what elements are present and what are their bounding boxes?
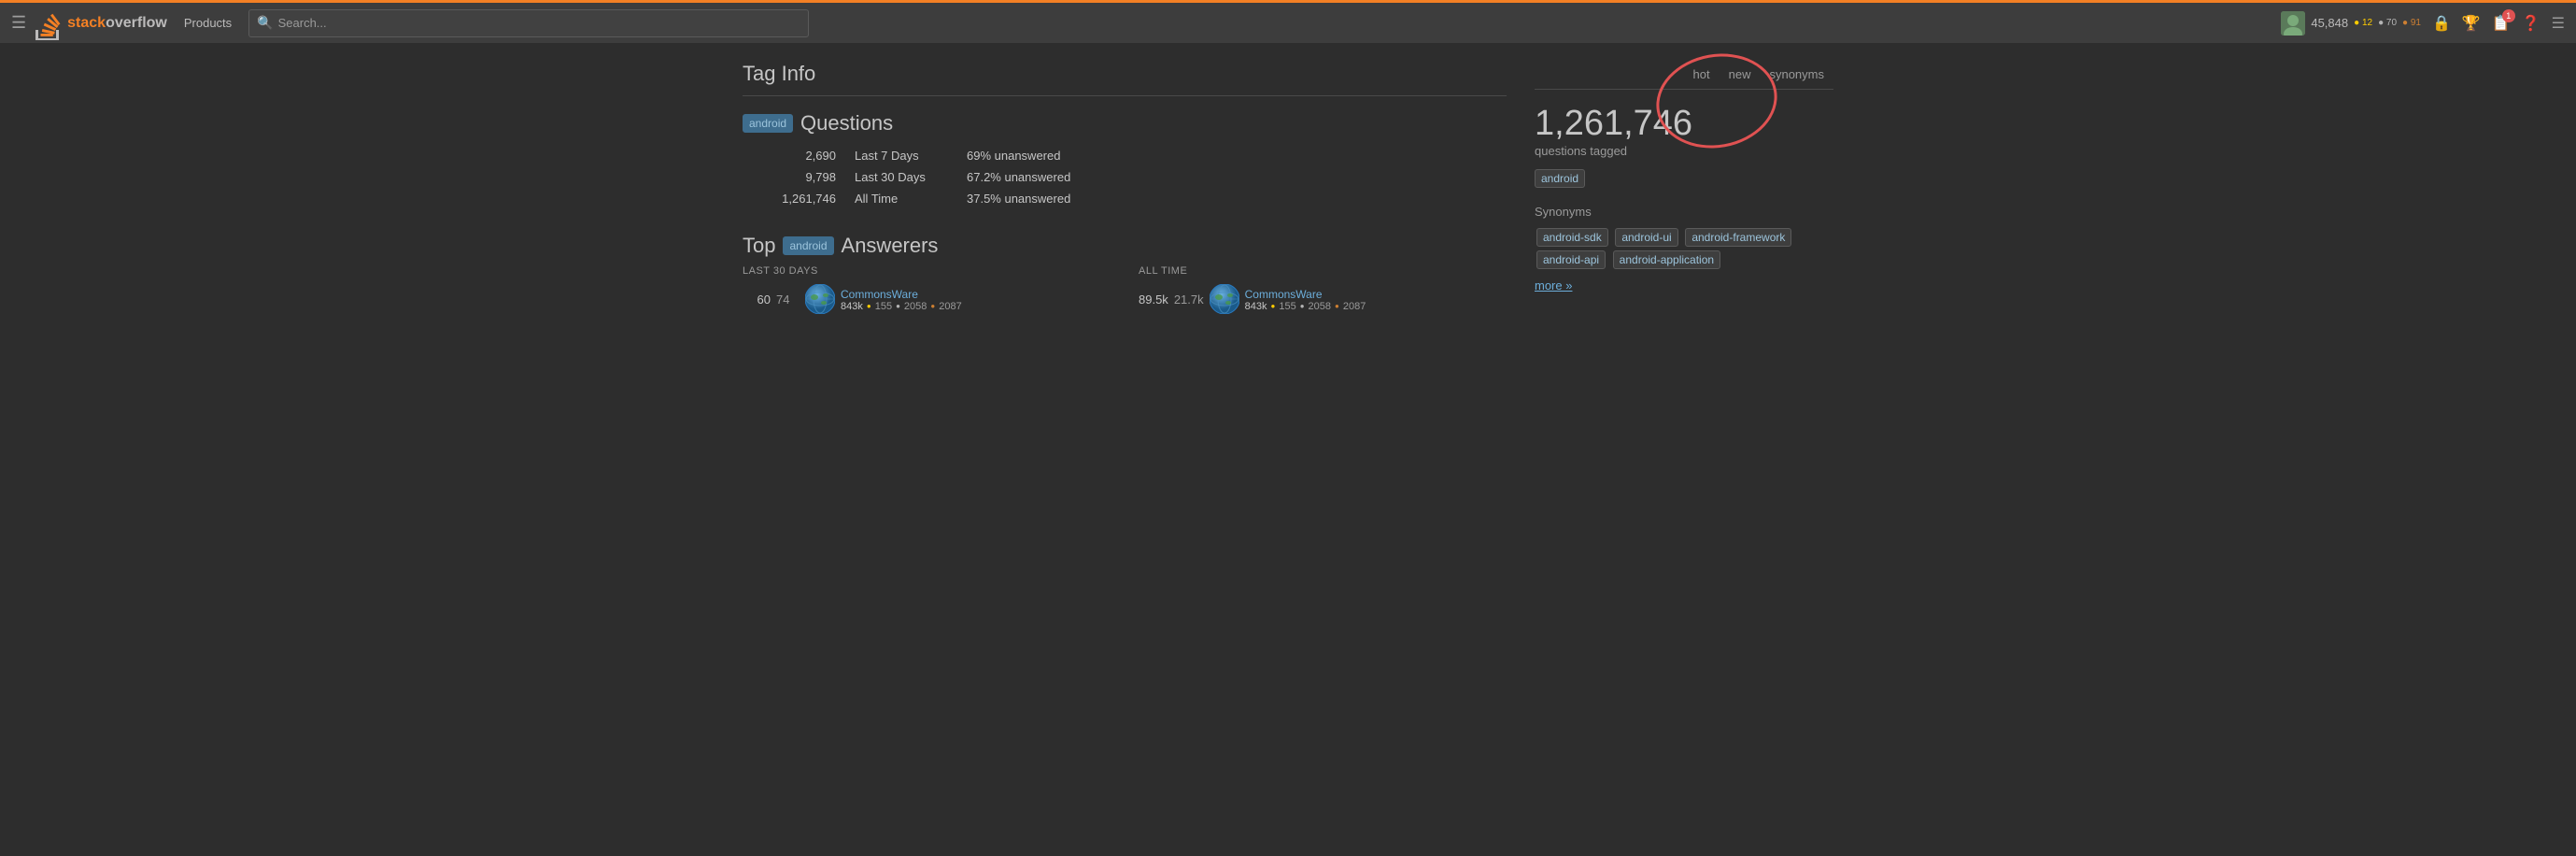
notification-badge: 1 — [2502, 9, 2515, 22]
questions-heading-text: Questions — [800, 111, 893, 136]
left-content: Tag Info android Questions 2,690 Last 7 … — [743, 62, 1507, 320]
gold-dot-alltime: ● — [1270, 302, 1275, 310]
tab-new[interactable]: new — [1720, 62, 1761, 89]
synonym-chips-area: android-sdk android-ui android-framework… — [1535, 226, 1833, 271]
stat-number-7days: 2,690 — [761, 149, 836, 163]
android-tag-answerers[interactable]: android — [783, 236, 833, 255]
search-icon: 🔍 — [257, 15, 273, 31]
search-bar: 🔍 — [248, 9, 809, 37]
tab-synonyms[interactable]: synonyms — [1760, 62, 1833, 89]
stat-period-30days: Last 30 Days — [855, 170, 948, 184]
avatar — [805, 284, 835, 314]
android-main-tag[interactable]: android — [1535, 169, 1585, 188]
android-tag-questions[interactable]: android — [743, 114, 793, 133]
last30-header: Last 30 Days — [743, 265, 1111, 277]
tab-hot[interactable]: hot — [1684, 62, 1720, 89]
silver-dot: ● — [896, 302, 900, 310]
logo-stack: stack — [67, 15, 106, 31]
stackoverflow-logo-icon — [35, 7, 64, 40]
answerers-label: Answerers — [842, 234, 939, 258]
avatar — [1210, 284, 1239, 314]
stat-unanswered-7days: 69% unanswered — [967, 149, 1060, 163]
table-row: 89.5k 21.7k — [1139, 284, 1507, 314]
main-tag-chip-area: android — [1535, 167, 1833, 190]
answerer-score: 60 — [743, 292, 771, 307]
questions-big-label: questions tagged — [1535, 144, 1833, 158]
questions-big-count: 1,261,746 — [1535, 105, 1833, 144]
answerer-meta: 843k ● 155 ● 2058 ● 2087 — [841, 301, 962, 312]
last30-col: Last 30 Days 60 74 — [743, 265, 1111, 320]
bronze-dot-alltime: ● — [1335, 302, 1339, 310]
top-answerers-block: Top android Answerers Last 30 Days 60 74 — [743, 234, 1507, 320]
answerer-info: CommonsWare 843k ● 155 ● 2058 ● 2087 — [841, 287, 962, 312]
notifications-icon[interactable]: 📋 1 — [2492, 14, 2511, 33]
logo-text: stackoverflow — [67, 15, 167, 32]
stat-row-30days: 9,798 Last 30 Days 67.2% unanswered — [743, 170, 1507, 184]
answerers-columns: Last 30 Days 60 74 — [743, 265, 1507, 320]
user-reputation: 45,848 — [2311, 16, 2348, 30]
sidebar-top-area: hot new synonyms 1,261,746 questions tag… — [1535, 62, 1833, 190]
synonym-chip-1[interactable]: android-ui — [1615, 228, 1677, 247]
stat-period-7days: Last 7 Days — [855, 149, 948, 163]
answerer-answers: 74 — [776, 292, 800, 307]
silver-badge-count: ● 70 — [2378, 18, 2397, 28]
right-sidebar: hot new synonyms 1,261,746 questions tag… — [1535, 62, 1833, 320]
top-label: Top — [743, 234, 775, 258]
alltime-header: All Time — [1139, 265, 1507, 277]
header-right-actions: 45,848 ● 12 ● 70 ● 91 🔒 🏆 📋 1 ❓ ☰ — [2281, 11, 2565, 36]
stat-row-alltime: 1,261,746 All Time 37.5% unanswered — [743, 192, 1507, 206]
tag-info-title: Tag Info — [743, 62, 1507, 96]
stat-row-7days: 2,690 Last 7 Days 69% unanswered — [743, 149, 1507, 163]
gold-dot: ● — [867, 302, 871, 310]
synonyms-title: Synonyms — [1535, 205, 1833, 219]
stat-number-alltime: 1,261,746 — [761, 192, 836, 206]
synonym-chip-3[interactable]: android-api — [1536, 250, 1606, 269]
search-input[interactable] — [278, 16, 801, 30]
answerer-answers-alltime: 21.7k — [1174, 292, 1204, 307]
silver-dot-alltime: ● — [1300, 302, 1305, 310]
logo-overflow: overflow — [106, 15, 167, 31]
synonym-chip-4[interactable]: android-application — [1613, 250, 1720, 269]
menu-icon[interactable]: ☰ — [2552, 14, 2565, 33]
answerer-name-link[interactable]: CommonsWare — [841, 288, 918, 301]
questions-heading: android Questions — [743, 111, 1507, 136]
products-nav[interactable]: Products — [177, 16, 239, 30]
answerer-info-alltime: CommonsWare 843k ● 155 ● 2058 ● 2087 — [1245, 287, 1366, 312]
sidebar-tabs: hot new synonyms — [1535, 62, 1833, 90]
answerer-score-alltime: 89.5k — [1139, 292, 1168, 307]
avatar — [2281, 11, 2305, 36]
questions-block: android Questions 2,690 Last 7 Days 69% … — [743, 111, 1507, 206]
bronze-badge-count: ● 91 — [2402, 18, 2421, 28]
answerer-meta-alltime: 843k ● 155 ● 2058 ● 2087 — [1245, 301, 1366, 312]
synonyms-section: Synonyms android-sdk android-ui android-… — [1535, 205, 1833, 292]
answerer-name-link-alltime[interactable]: CommonsWare — [1245, 288, 1323, 301]
more-synonyms-link[interactable]: more » — [1535, 278, 1833, 292]
table-row: 60 74 — [743, 284, 1111, 314]
synonym-chip-2[interactable]: android-framework — [1685, 228, 1791, 247]
stat-unanswered-alltime: 37.5% unanswered — [967, 192, 1070, 206]
hamburger-menu-icon[interactable]: ☰ — [11, 13, 26, 33]
alltime-col: All Time 89.5k 21.7k — [1139, 265, 1507, 320]
achievements-icon[interactable]: 🏆 — [2462, 14, 2481, 33]
site-header: ☰ stackoverflow Products 🔍 45,848 ● 12 — [0, 0, 2576, 43]
stat-period-alltime: All Time — [855, 192, 948, 206]
help-icon[interactable]: ❓ — [2522, 14, 2541, 33]
answerers-heading: Top android Answerers — [743, 234, 1507, 258]
stat-number-30days: 9,798 — [761, 170, 836, 184]
user-profile-link[interactable]: 45,848 ● 12 ● 70 ● 91 — [2281, 11, 2421, 36]
site-logo[interactable]: stackoverflow — [35, 7, 167, 40]
main-container: Tag Info android Questions 2,690 Last 7 … — [728, 43, 1848, 338]
gold-badge-count: ● 12 — [2354, 18, 2372, 28]
inbox-icon[interactable]: 🔒 — [2432, 14, 2451, 33]
stat-unanswered-30days: 67.2% unanswered — [967, 170, 1070, 184]
bronze-dot: ● — [930, 302, 935, 310]
synonym-chip-0[interactable]: android-sdk — [1536, 228, 1608, 247]
